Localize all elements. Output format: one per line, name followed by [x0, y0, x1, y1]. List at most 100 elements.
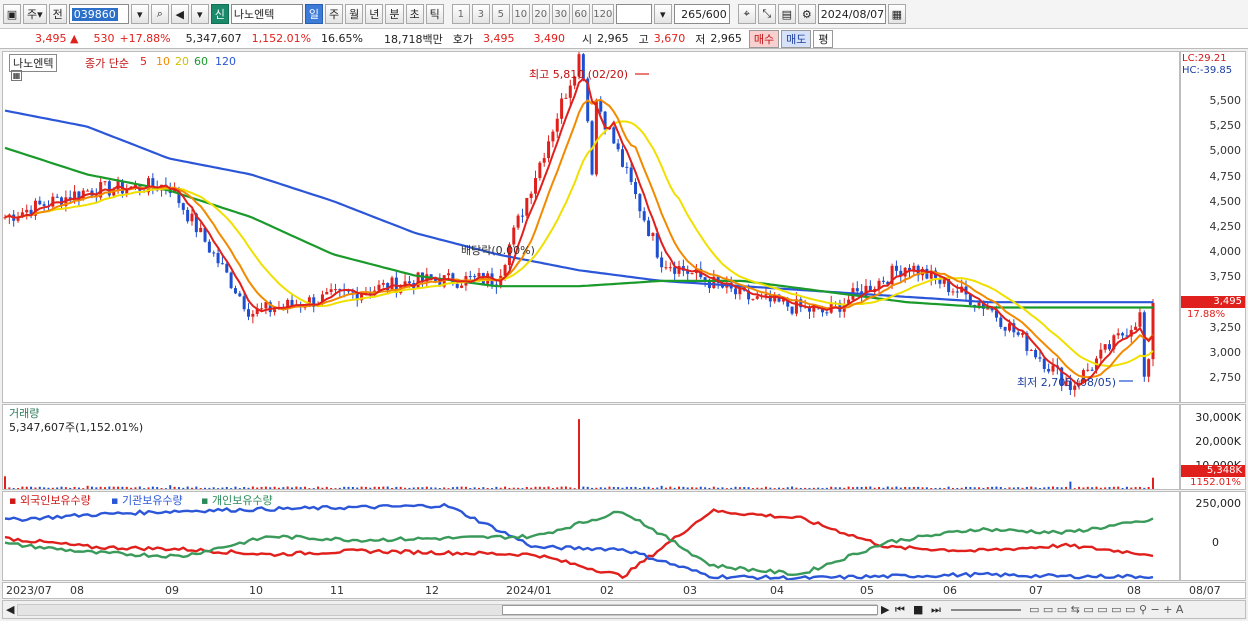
scrollbar-track[interactable] [17, 604, 878, 616]
xtick: 10 [249, 584, 263, 597]
volume-bar [134, 487, 137, 489]
stock-name-field[interactable]: 나노엔텍 [230, 4, 303, 24]
tool-icon[interactable]: ▭ ▭ ▭ ⇆ ▭ ▭ ▭ ▭ ⚲ − + A [1029, 603, 1183, 616]
interval-1[interactable]: 1 [451, 4, 470, 24]
candle-body [525, 197, 529, 216]
interval-30[interactable]: 30 [551, 4, 570, 24]
sell-button[interactable]: 매도 [781, 29, 812, 48]
volume-bar [599, 487, 602, 489]
window-small-icon[interactable]: ▦ [11, 70, 22, 81]
period-day[interactable]: 일 [304, 4, 324, 24]
volume-bar [30, 486, 33, 489]
candle-body [186, 209, 190, 222]
period-minute[interactable]: 분 [385, 4, 404, 24]
calendar-icon[interactable]: ▦ [887, 4, 906, 24]
interval-5[interactable]: 5 [491, 4, 510, 24]
volume-bar [364, 486, 367, 489]
market-type-select[interactable]: 주 ▾ [23, 4, 47, 24]
price-chart-pane[interactable]: 나노엔텍 ▦ 종가 단순 5 10 20 60 120 최고 5,810 (02… [2, 51, 1180, 403]
volume-bar [630, 487, 633, 489]
candle-body [925, 268, 929, 279]
volume-bar [564, 486, 567, 489]
candle-body [1003, 326, 1007, 331]
volume-bar [182, 487, 185, 489]
holdings-pane[interactable]: ▪ 외국인보유수량 ▪ 기관보유수량 ▪ 개인보유수량 [2, 491, 1180, 581]
draw-tool-icon[interactable]: ⤡ [757, 4, 776, 24]
price-ytick: 5,500 [1209, 94, 1242, 107]
volume-bar [477, 487, 480, 489]
volume-bar [925, 487, 928, 489]
volume-bar [1056, 487, 1059, 489]
code-dropdown-icon[interactable]: ▾ [130, 4, 149, 24]
period-tick[interactable]: 틱 [425, 4, 444, 24]
interval-3[interactable]: 3 [471, 4, 490, 24]
interval-custom-input[interactable] [615, 4, 652, 24]
nav-play-icon[interactable]: ■ [913, 603, 923, 616]
volume-bar [947, 486, 950, 489]
volume-pane[interactable]: 거래량 5,347,607주(1,152.01%) [2, 404, 1180, 490]
volume-bar [369, 487, 372, 489]
scroll-left-icon[interactable]: ◀ [6, 603, 14, 616]
window-icon[interactable]: ▣ [3, 4, 21, 24]
volume-bar [730, 487, 733, 489]
date-input[interactable]: 2024/08/07 [817, 4, 886, 24]
period-second[interactable]: 초 [405, 4, 424, 24]
volume-bar [260, 486, 263, 489]
volume-bar [230, 488, 233, 489]
prev-button[interactable]: 전 [48, 4, 67, 24]
search-icon[interactable]: ⌕ [150, 4, 169, 24]
volume-bar [751, 488, 754, 489]
volume-bar [282, 487, 285, 489]
volume-bar [717, 487, 720, 489]
zoom-slider[interactable] [951, 609, 1021, 611]
volume-bar [225, 486, 228, 489]
nav-first-icon[interactable]: ⏮ [895, 603, 905, 617]
candle-body [42, 204, 46, 206]
volume-bar [1095, 486, 1098, 489]
nav-last-icon[interactable]: ⏭ [931, 603, 941, 617]
x-axis-right-label: 08/07 [1189, 584, 1221, 597]
holding-individual-label: ▪ 개인보유수량 [201, 494, 273, 507]
candle-body [647, 220, 651, 237]
candle-body [1034, 349, 1038, 358]
candle-body [86, 190, 90, 192]
ma-60-label: 60 [194, 55, 208, 68]
candle-body [764, 294, 768, 296]
volume-bar [886, 486, 889, 489]
interval-dropdown-icon[interactable]: ▾ [653, 4, 672, 24]
buy-button[interactable]: 매수 [748, 29, 780, 48]
volume-bar [317, 486, 320, 489]
candle-body [229, 272, 233, 289]
interval-60[interactable]: 60 [571, 4, 590, 24]
volume-bar [834, 487, 837, 489]
scroll-right-icon[interactable]: ▶ [881, 603, 889, 616]
eval-button[interactable]: 평 [813, 29, 834, 48]
volume-bar [164, 488, 167, 489]
save-icon[interactable]: ▤ [777, 4, 796, 24]
gear-icon[interactable]: ⚙ [797, 4, 816, 24]
speaker-icon[interactable]: ◀ [170, 4, 189, 24]
interval-10[interactable]: 10 [511, 4, 530, 24]
period-month[interactable]: 월 [345, 4, 364, 24]
period-week[interactable]: 주 [325, 4, 344, 24]
volume-bar [838, 487, 841, 489]
volume-bar [647, 486, 650, 489]
scrollbar-thumb[interactable] [502, 605, 878, 615]
range-count-input[interactable]: 265/600 [673, 4, 730, 24]
candle-body [377, 284, 381, 291]
candle-body [329, 289, 333, 292]
interval-20[interactable]: 20 [531, 4, 550, 24]
candle-body [894, 265, 898, 271]
volume-ytick-20000k: 20,000K [1195, 435, 1241, 448]
volume-bar [756, 487, 759, 489]
candle-body [455, 283, 459, 288]
history-dropdown-icon[interactable]: ▾ [190, 4, 209, 24]
candle-body [751, 298, 755, 300]
crosshair-icon[interactable]: ⌖ [737, 4, 756, 24]
volume-bar [156, 487, 159, 489]
volume-bar [256, 487, 259, 489]
code-input[interactable]: 039860 [68, 4, 129, 24]
candle-body [1086, 369, 1090, 371]
period-year[interactable]: 년 [365, 4, 384, 24]
interval-120[interactable]: 120 [591, 4, 614, 24]
